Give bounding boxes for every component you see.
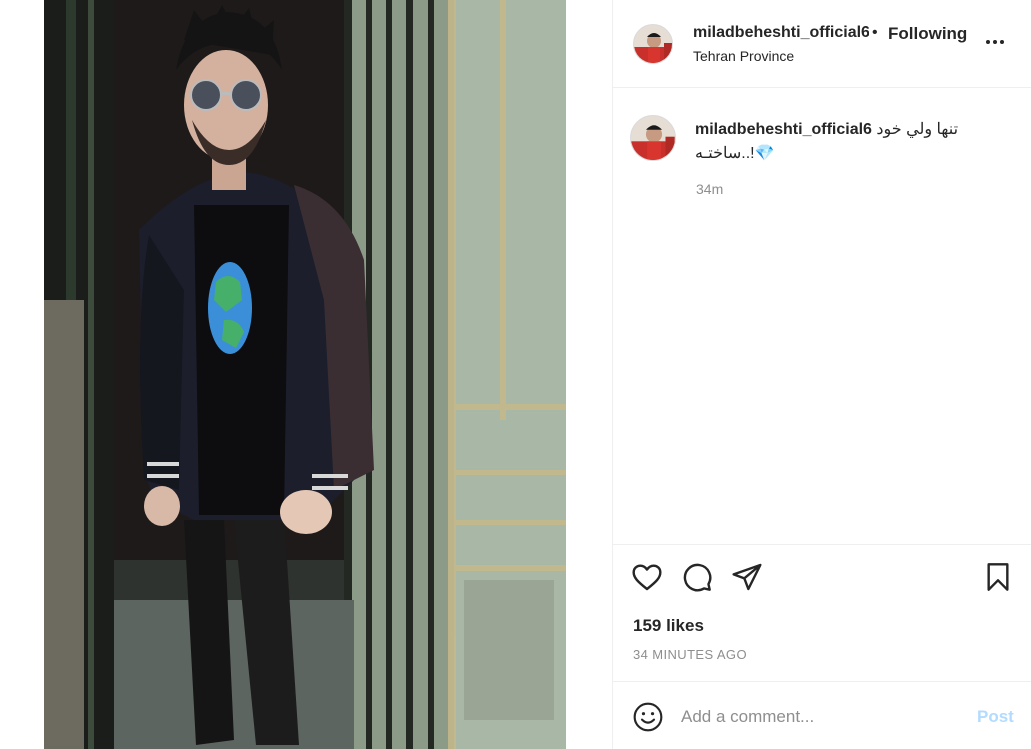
comments-section: miladbeheshti_official6 تنها ولي خود ساخ… (613, 89, 1031, 544)
post-header: miladbeheshti_official6 • Following Tehr… (613, 0, 1031, 88)
post-caption: miladbeheshti_official6 تنها ولي خود ساخ… (695, 118, 995, 166)
avatar-image (634, 25, 672, 63)
post-media-panel (0, 0, 612, 749)
post-comment-button[interactable]: Post (977, 707, 1014, 727)
photo-illustration (44, 0, 566, 749)
following-button[interactable]: Following (888, 24, 967, 44)
likes-count[interactable]: 159 likes (633, 616, 704, 636)
caption-avatar[interactable] (630, 115, 676, 161)
comment-input[interactable] (681, 702, 961, 732)
post-photo[interactable] (44, 0, 566, 749)
add-comment-bar: Post (613, 683, 1031, 749)
author-username[interactable]: miladbeheshti_official6 (693, 24, 869, 42)
more-options-icon[interactable] (983, 30, 1007, 54)
post-timestamp[interactable]: 34 MINUTES AGO (633, 647, 747, 662)
caption-timestamp[interactable]: 34m (696, 181, 723, 197)
paper-plane-icon[interactable] (731, 561, 763, 593)
heart-icon[interactable] (631, 561, 663, 593)
post-location[interactable]: Tehran Province (693, 48, 794, 64)
avatar-image (631, 116, 675, 160)
action-bar: 159 likes 34 MINUTES AGO (613, 544, 1031, 682)
bookmark-icon[interactable] (982, 561, 1014, 593)
header-separator: • (872, 24, 878, 41)
post-side-panel: miladbeheshti_official6 • Following Tehr… (612, 0, 1031, 749)
comment-bubble-icon[interactable] (681, 561, 713, 593)
caption-username[interactable]: miladbeheshti_official6 (695, 121, 872, 138)
author-avatar[interactable] (633, 24, 673, 64)
emoji-smile-icon[interactable] (632, 701, 664, 733)
